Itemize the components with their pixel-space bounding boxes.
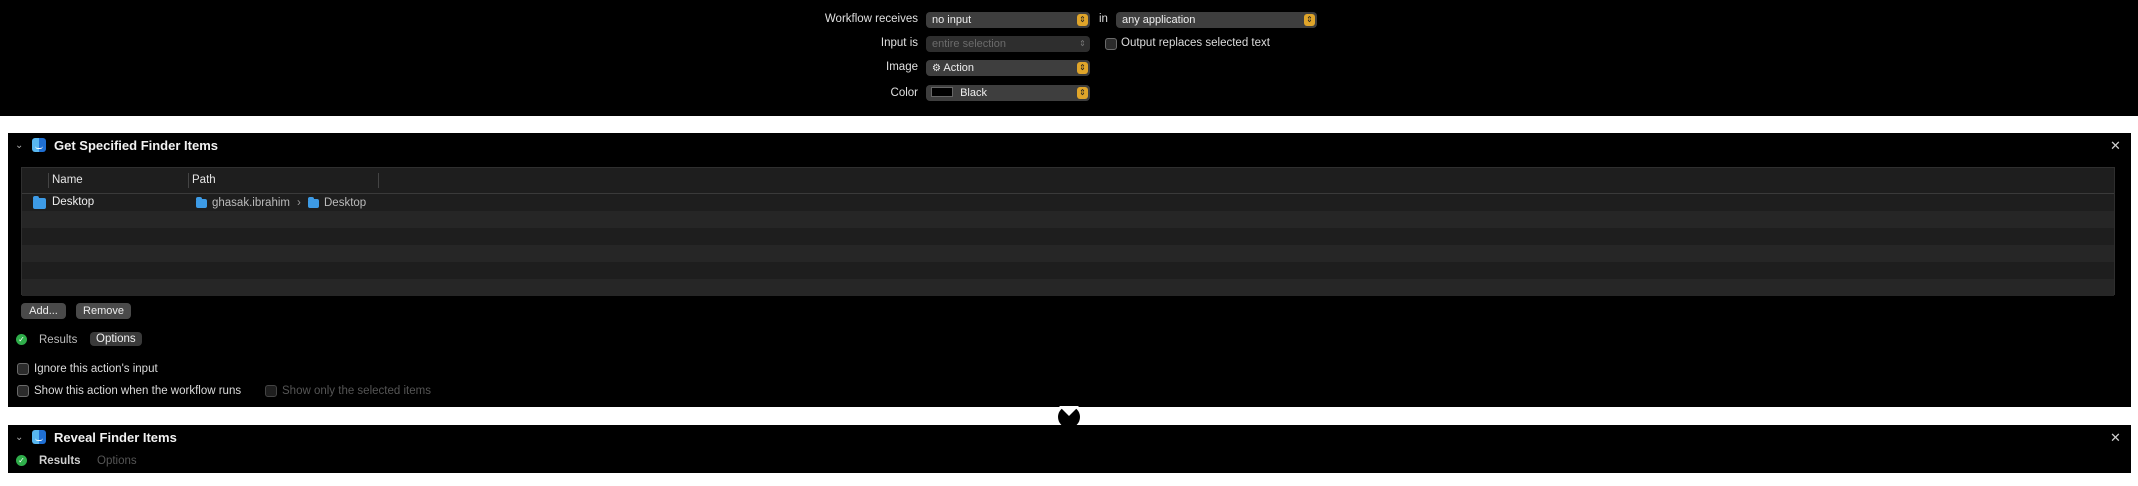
input-is-label: Input is: [880, 37, 918, 49]
table-row: [22, 245, 2114, 262]
show-action-checkbox[interactable]: [17, 385, 29, 397]
path-segment[interactable]: ghasak.ibrahim: [212, 197, 290, 209]
tab-options[interactable]: Options: [90, 332, 142, 346]
finder-items-table: Name Path Desktop ghasak.ibrahim › Deskt…: [21, 167, 2115, 296]
color-popup[interactable]: Black ⇕: [926, 85, 1090, 101]
popup-arrows-icon: ⇕: [1079, 39, 1086, 48]
gear-icon: ⚙: [932, 63, 941, 74]
image-value: Action: [943, 62, 974, 74]
color-label: Color: [890, 87, 918, 99]
show-selected-label: Show only the selected items: [282, 385, 431, 397]
column-separator: [188, 173, 189, 188]
table-row[interactable]: Desktop ghasak.ibrahim › Desktop: [22, 194, 2114, 211]
folder-icon: [308, 197, 319, 208]
finder-icon: [32, 430, 46, 444]
column-header-name[interactable]: Name: [52, 174, 83, 186]
add-button[interactable]: Add...: [21, 303, 66, 319]
path-separator: ›: [297, 197, 301, 209]
workflow-receives-popup[interactable]: no input ⇕: [926, 12, 1090, 28]
input-is-popup[interactable]: entire selection ⇕: [926, 36, 1090, 52]
color-swatch: [931, 87, 953, 97]
workflow-receives-value: no input: [932, 14, 972, 26]
folder-icon: [196, 197, 207, 208]
remove-button[interactable]: Remove: [76, 303, 131, 319]
table-header: Name Path: [22, 168, 2114, 194]
action-title: Reveal Finder Items: [54, 430, 177, 445]
input-is-value: entire selection: [932, 38, 1006, 50]
table-row: [22, 279, 2114, 296]
popup-arrows-icon: ⇕: [1077, 14, 1088, 26]
column-separator: [378, 173, 379, 188]
popup-arrows-icon: ⇕: [1077, 87, 1088, 99]
results-check-icon: ✓: [16, 455, 27, 466]
chevron-down-icon[interactable]: ⌄: [15, 432, 23, 443]
close-icon[interactable]: ✕: [2110, 430, 2121, 446]
application-value: any application: [1122, 14, 1196, 26]
in-label: in: [1099, 13, 1108, 25]
chevron-down-icon[interactable]: ⌄: [15, 140, 23, 151]
workflow-receives-label: Workflow receives: [824, 13, 918, 25]
column-header-path[interactable]: Path: [192, 174, 216, 186]
ignore-input-label: Ignore this action's input: [34, 363, 158, 375]
close-icon[interactable]: ✕: [2110, 138, 2121, 154]
folder-icon: [33, 196, 46, 209]
table-row: [22, 262, 2114, 279]
tab-results[interactable]: Results: [39, 455, 81, 467]
row-name: Desktop: [52, 196, 95, 208]
color-value: Black: [960, 87, 987, 99]
path-segment[interactable]: Desktop: [324, 197, 366, 209]
action-title: Get Specified Finder Items: [54, 138, 218, 153]
popup-arrows-icon: ⇕: [1077, 62, 1088, 74]
workflow-settings-header: Workflow receives no input ⇕ in any appl…: [0, 0, 2138, 116]
finder-icon: [32, 138, 46, 152]
popup-arrows-icon: ⇕: [1304, 14, 1315, 26]
table-row: [22, 211, 2114, 228]
results-check-icon: ✓: [16, 334, 27, 345]
ignore-input-checkbox[interactable]: [17, 363, 29, 375]
output-replaces-checkbox[interactable]: [1105, 38, 1117, 50]
tab-options[interactable]: Options: [97, 455, 137, 467]
image-popup[interactable]: ⚙ Action ⇕: [926, 60, 1090, 76]
image-label: Image: [886, 61, 918, 73]
output-replaces-label: Output replaces selected text: [1121, 37, 1270, 49]
action-connector-notch: [1059, 406, 1079, 416]
action-reveal-finder-items: [8, 425, 2131, 473]
application-popup[interactable]: any application ⇕: [1116, 12, 1317, 28]
show-action-label: Show this action when the workflow runs: [34, 385, 242, 397]
column-separator: [48, 173, 49, 188]
table-row: [22, 228, 2114, 245]
show-selected-checkbox[interactable]: [265, 385, 277, 397]
tab-results[interactable]: Results: [39, 334, 77, 346]
